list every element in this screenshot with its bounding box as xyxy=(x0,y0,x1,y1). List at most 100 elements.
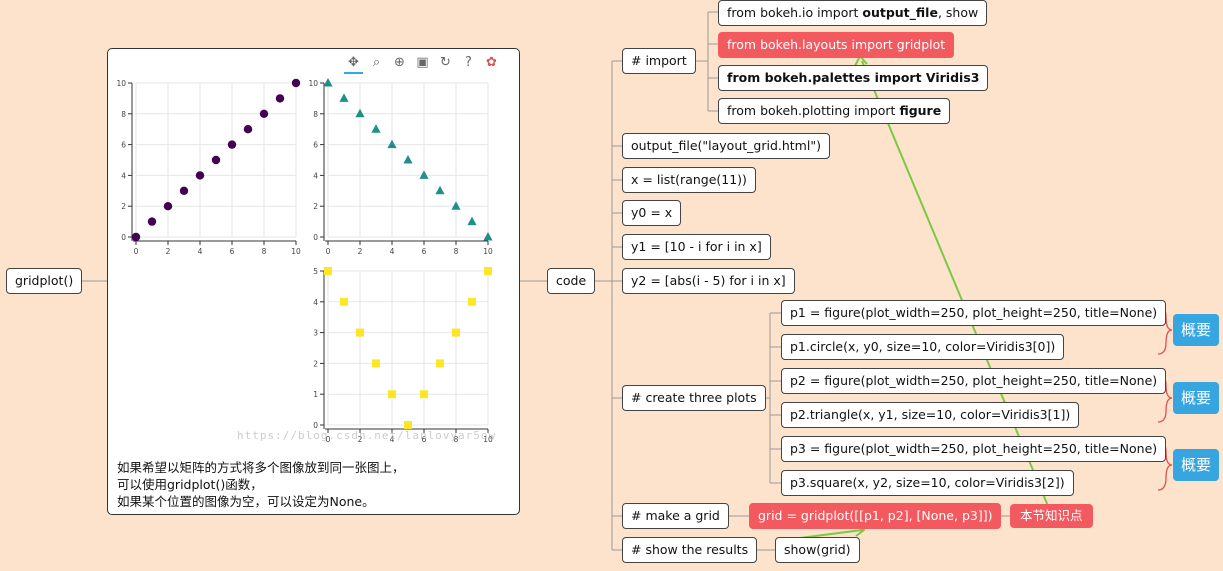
code-node[interactable]: code xyxy=(547,268,596,294)
circle-point xyxy=(275,94,285,103)
import-bold-text: output_file xyxy=(862,5,938,20)
triangle-point xyxy=(371,124,381,133)
y-tick-label: 0 xyxy=(313,233,318,242)
x-tick-label: 4 xyxy=(390,247,395,256)
circle-point xyxy=(147,217,157,226)
import-text: from bokeh.plotting import xyxy=(727,103,900,118)
y-tick-label: 4 xyxy=(313,298,318,307)
y-tick-label: 10 xyxy=(116,79,126,88)
x-tick-label: 10 xyxy=(291,247,301,256)
create-child-p2-figure[interactable]: p2 = figure(plot_width=250, plot_height=… xyxy=(781,368,1167,394)
triangle-point xyxy=(403,155,413,164)
create-child-p1-figure[interactable]: p1 = figure(plot_width=250, plot_height=… xyxy=(781,300,1167,326)
y-tick-label: 10 xyxy=(308,79,318,88)
figure-panel: ✥ ⌕ ⊕ ▣ ↻ ? ✿ 0 2 4 6 8 10 0 2 4 6 8 10 0 2 4 6 8 10 0 2 4 6… xyxy=(107,48,520,515)
pan-icon[interactable]: ✥ xyxy=(344,53,363,74)
x-tick-label: 2 xyxy=(358,247,363,256)
caption-line: 如果希望以矩阵的方式将多个图像放到同一张图上， xyxy=(117,460,405,475)
import-node[interactable]: # import xyxy=(622,48,696,74)
summary-badge[interactable]: 概要 xyxy=(1173,314,1219,346)
triangle-point xyxy=(483,232,493,241)
watermark: https://blog.csdn.net/lanlovyar5ow xyxy=(237,429,497,442)
show-grid-statement[interactable]: show(grid) xyxy=(775,537,860,563)
circle-point xyxy=(211,155,221,165)
x-tick-label: 8 xyxy=(262,247,267,256)
import-text: , show xyxy=(937,5,979,20)
statement-y0[interactable]: y0 = x xyxy=(622,200,682,226)
y-tick-label: 6 xyxy=(313,141,318,150)
plot-p1-circles: 0 2 4 6 8 10 0 2 4 6 8 10 xyxy=(116,78,301,256)
import-bokeh-io[interactable]: from bokeh.io import output_file, show xyxy=(718,0,988,26)
circle-point xyxy=(179,186,189,195)
create-child-p1-circle[interactable]: p1.circle(x, y0, size=10, color=Viridis3… xyxy=(781,334,1065,360)
square-point xyxy=(436,359,444,368)
y-tick-label: 4 xyxy=(121,171,126,180)
x-tick-label: 8 xyxy=(454,247,459,256)
statement-y2[interactable]: y2 = [abs(i - 5) for i in x] xyxy=(622,268,795,294)
grid-statement[interactable]: grid = gridplot([[p1, p2], [None, p3]]) xyxy=(749,503,1002,529)
circle-point xyxy=(291,78,301,88)
caption-line: 可以使用gridplot()函数， xyxy=(117,477,263,492)
square-point xyxy=(324,267,332,275)
create-child-p2-triangle[interactable]: p2.triangle(x, y1, size=10, color=Viridi… xyxy=(781,402,1080,428)
plot-p3-squares: 0 2 4 6 8 10012345 xyxy=(313,267,493,444)
box-zoom-icon[interactable]: ⌕ xyxy=(367,53,386,72)
y-tick-label: 2 xyxy=(313,359,318,368)
y-tick-label: 4 xyxy=(313,171,318,180)
summary-badge[interactable]: 概要 xyxy=(1173,449,1219,481)
create-child-p3-square[interactable]: p3.square(x, y2, size=10, color=Viridis3… xyxy=(781,470,1074,496)
square-point xyxy=(356,328,364,337)
statement-x[interactable]: x = list(range(11)) xyxy=(622,167,756,193)
triangle-point xyxy=(323,78,333,87)
circle-point xyxy=(131,232,141,242)
bokeh-toolbar: ✥ ⌕ ⊕ ▣ ↻ ? ✿ xyxy=(344,53,501,74)
make-grid-node[interactable]: # make a grid xyxy=(622,503,729,529)
square-point xyxy=(372,359,380,368)
circle-point xyxy=(195,171,205,180)
circle-point xyxy=(163,202,173,211)
create-plots-node[interactable]: # create three plots xyxy=(622,385,766,411)
y-tick-label: 1 xyxy=(313,390,318,399)
y-tick-label: 0 xyxy=(121,233,126,242)
circle-point xyxy=(259,109,269,118)
x-tick-label: 0 xyxy=(326,247,331,256)
x-tick-label: 2 xyxy=(166,247,171,256)
circle-point xyxy=(227,140,237,149)
square-point xyxy=(420,390,428,399)
key-point-tag[interactable]: 本节知识点 xyxy=(1010,504,1093,528)
statement-y1[interactable]: y1 = [10 - i for i in x] xyxy=(622,234,771,260)
triangle-point xyxy=(387,139,397,149)
y-tick-label: 8 xyxy=(121,110,126,119)
square-point xyxy=(484,267,492,275)
triangle-point xyxy=(355,108,365,118)
save-icon[interactable]: ▣ xyxy=(413,53,432,72)
triangle-point xyxy=(451,201,461,210)
statement-output-file[interactable]: output_file("layout_grid.html") xyxy=(622,133,830,159)
caption-line: 如果某个位置的图像为空，可以设定为None。 xyxy=(117,494,375,509)
create-child-p3-figure[interactable]: p3 = figure(plot_width=250, plot_height=… xyxy=(781,436,1167,462)
square-point xyxy=(340,297,348,306)
triangle-point xyxy=(339,93,349,102)
x-tick-label: 6 xyxy=(230,247,235,256)
import-text: from bokeh.io import xyxy=(727,5,863,20)
import-bokeh-plotting[interactable]: from bokeh.plotting import figure xyxy=(718,98,951,124)
square-point xyxy=(388,390,396,399)
y-tick-label: 2 xyxy=(121,202,126,211)
root-node-gridplot[interactable]: gridplot() xyxy=(6,268,83,294)
x-tick-label: 6 xyxy=(422,247,427,256)
y-tick-label: 3 xyxy=(313,329,318,338)
square-point xyxy=(468,297,476,306)
help-icon[interactable]: ? xyxy=(459,53,478,72)
wheel-zoom-icon[interactable]: ⊕ xyxy=(390,53,409,72)
square-point xyxy=(404,421,412,429)
import-bokeh-layouts[interactable]: from bokeh.layouts import gridplot xyxy=(718,32,955,58)
reset-icon[interactable]: ↻ xyxy=(436,53,455,72)
summary-badge[interactable]: 概要 xyxy=(1173,382,1219,414)
circle-point xyxy=(243,125,253,134)
import-bokeh-palettes[interactable]: from bokeh.palettes import Viridis3 xyxy=(718,65,989,91)
show-results-node[interactable]: # show the results xyxy=(622,537,758,563)
y-tick-label: 6 xyxy=(121,141,126,150)
triangle-point xyxy=(467,216,477,226)
x-tick-label: 0 xyxy=(134,247,139,256)
x-tick-label: 10 xyxy=(483,247,493,256)
